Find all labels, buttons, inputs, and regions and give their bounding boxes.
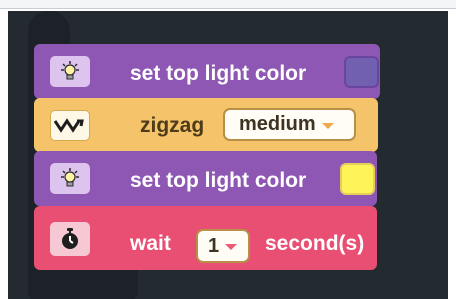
wait-seconds-dropdown[interactable]: 1 [196,229,250,263]
set-top-light-color-block-2[interactable]: set top light color [34,151,377,206]
block-suffix-label: second(s) [265,232,365,255]
set-top-light-color-block-1[interactable]: set top light color [34,44,380,99]
block-label: zigzag [140,114,205,137]
color-swatch[interactable] [344,56,379,88]
color-swatch[interactable] [340,163,375,195]
zigzag-block[interactable]: zigzag medium [34,98,378,152]
top-bar [0,0,456,9]
light-bulb-icon [50,56,90,87]
block-label: wait [130,232,171,255]
block-label: set top light color [130,62,307,85]
chevron-down-icon [225,244,238,250]
zigzag-dropdown[interactable]: medium [223,108,356,141]
zigzag-icon [50,110,90,141]
wait-block[interactable]: wait 1 second(s) [34,206,377,270]
chevron-down-icon [321,122,334,129]
block-label: set top light color [130,169,307,192]
dropdown-value: 1 [208,234,220,257]
stopwatch-icon [50,222,90,256]
dropdown-value: medium [239,113,316,135]
light-bulb-icon [50,163,90,194]
code-workspace[interactable]: set top light color zigzag medium set to… [8,11,448,299]
